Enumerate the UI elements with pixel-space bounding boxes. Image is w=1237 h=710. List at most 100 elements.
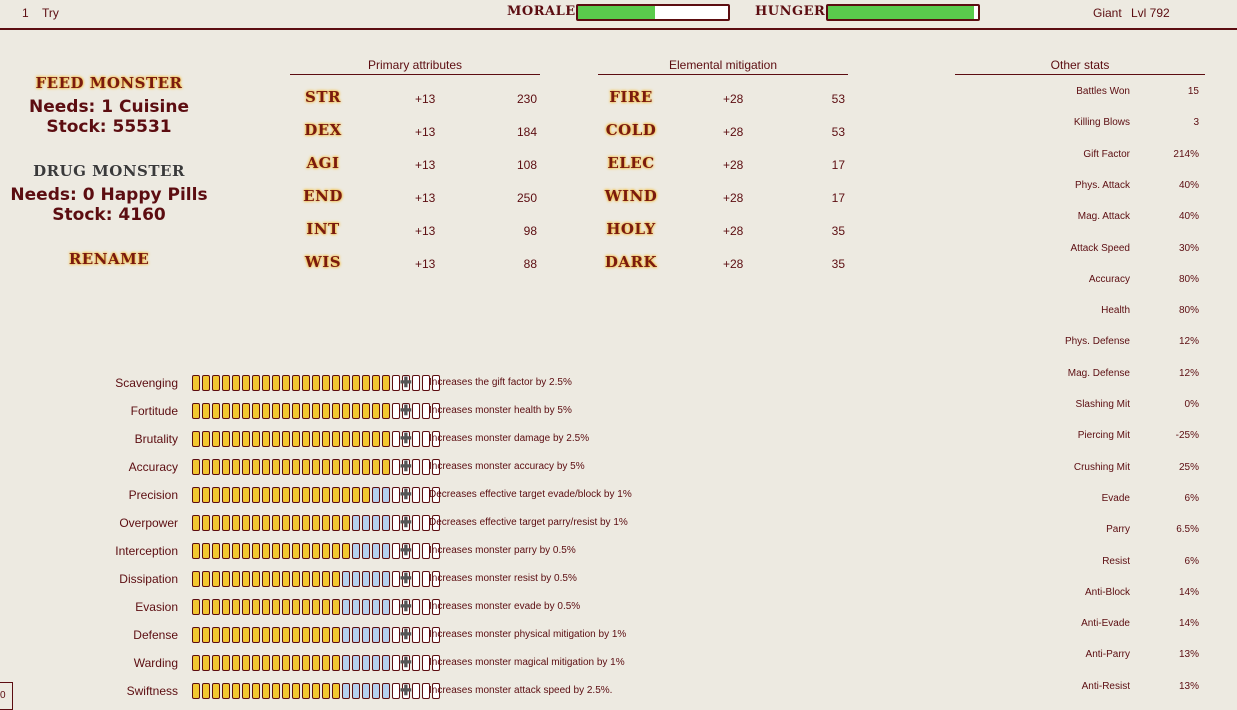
other-stat-value: 40% [1178, 211, 1199, 223]
skill-pip [212, 487, 220, 503]
other-stat-label: Evade [1101, 492, 1130, 504]
skill-pip [412, 599, 420, 615]
skill-pip [212, 599, 220, 615]
other-stat-label: Parry [1106, 524, 1130, 536]
drug-stock: Stock: 4160 [52, 205, 166, 225]
skill-pip [312, 403, 320, 419]
skill-pip [322, 515, 330, 531]
elemental-mitigation-value: 17 [831, 191, 845, 205]
skill-description: Decreases effective target evade/block b… [429, 489, 632, 500]
skill-pip [282, 599, 290, 615]
skill-pip [382, 487, 390, 503]
skill-pip [412, 459, 420, 475]
skill-pip [352, 487, 360, 503]
skill-pip [362, 627, 370, 643]
skill-name-dissipation: Dissipation [119, 572, 178, 586]
primary-attribute-value: 250 [516, 191, 537, 205]
skill-name-fortitude: Fortitude [130, 404, 178, 418]
skill-description: Increases monster evade by 0.5% [429, 601, 581, 612]
skill-pip [202, 571, 210, 587]
add-skill-point-icon[interactable]: ✚ [400, 682, 412, 699]
skill-pip [222, 487, 230, 503]
add-skill-point-icon[interactable]: ✚ [400, 458, 412, 475]
skill-pip [392, 403, 400, 419]
add-skill-point-icon[interactable]: ✚ [400, 598, 412, 615]
skill-pip [192, 459, 200, 475]
skill-pip [292, 459, 300, 475]
skill-pip [292, 431, 300, 447]
skill-pip [282, 515, 290, 531]
add-skill-point-icon[interactable]: ✚ [400, 542, 412, 559]
skill-pip [192, 403, 200, 419]
skill-pip [372, 487, 380, 503]
other-stat-label: Anti-Resist [1081, 680, 1130, 692]
skill-description: Increases monster magical mitigation by … [429, 657, 625, 668]
drug-monster-button[interactable]: DRUG MONSTER [0, 162, 218, 180]
other-stat-label: Anti-Parry [1085, 649, 1130, 661]
skill-pip [262, 683, 270, 699]
skill-pip [252, 459, 260, 475]
skill-pip [232, 375, 240, 391]
skill-pip [382, 515, 390, 531]
skill-pip [322, 487, 330, 503]
other-stat-value: 12% [1178, 336, 1199, 348]
add-skill-point-icon[interactable]: ✚ [400, 654, 412, 671]
skill-pip [392, 515, 400, 531]
primary-attribute-bonus: +13 [415, 191, 436, 205]
other-stat-value: 6% [1184, 555, 1199, 567]
skill-pip [392, 487, 400, 503]
other-stat-label: Health [1101, 305, 1130, 317]
add-skill-point-icon[interactable]: ✚ [400, 486, 412, 503]
other-stat-value: 80% [1178, 273, 1199, 285]
skill-pip [362, 571, 370, 587]
elemental-mitigation-bonus: +28 [723, 224, 744, 238]
skill-pip [252, 375, 260, 391]
skill-name-interception: Interception [115, 544, 178, 558]
add-skill-point-icon[interactable]: ✚ [400, 514, 412, 531]
skill-pip [352, 515, 360, 531]
primary-attribute-name-wis: WIS [304, 253, 342, 271]
add-skill-point-icon[interactable]: ✚ [400, 570, 412, 587]
skill-pip [392, 431, 400, 447]
skill-pip [252, 431, 260, 447]
skill-pip [282, 627, 290, 643]
skill-pip [332, 571, 340, 587]
skill-pip [282, 683, 290, 699]
skill-pip [342, 459, 350, 475]
add-skill-point-icon[interactable]: ✚ [400, 402, 412, 419]
skill-pip [192, 627, 200, 643]
try-count: 1 [22, 6, 29, 20]
skill-pip [202, 431, 210, 447]
skill-pip [342, 627, 350, 643]
feed-monster-button[interactable]: FEED MONSTER [0, 74, 218, 92]
add-skill-point-icon[interactable]: ✚ [400, 626, 412, 643]
skill-pip [372, 403, 380, 419]
skill-pip [302, 655, 310, 671]
monster-class: Giant [1093, 6, 1122, 20]
corner-counter: 0 [0, 682, 13, 710]
skill-pip [232, 683, 240, 699]
skill-pip [222, 515, 230, 531]
skill-pip [222, 431, 230, 447]
skill-description: Decreases effective target parry/resist … [429, 517, 628, 528]
skill-name-warding: Warding [133, 656, 178, 670]
skill-pip [272, 627, 280, 643]
skill-pip [292, 375, 300, 391]
skill-pip [312, 543, 320, 559]
skill-description: Increases monster resist by 0.5% [429, 573, 577, 584]
skill-pip [232, 459, 240, 475]
skill-name-brutality: Brutality [134, 432, 178, 446]
other-stat-value: 80% [1178, 305, 1199, 317]
add-skill-point-icon[interactable]: ✚ [400, 430, 412, 447]
other-stat-label: Mag. Defense [1067, 367, 1130, 379]
skill-pip [382, 627, 390, 643]
add-skill-point-icon[interactable]: ✚ [400, 374, 412, 391]
skill-pip [262, 571, 270, 587]
other-stat-value: 30% [1178, 242, 1199, 254]
skill-pip [382, 403, 390, 419]
skill-pip [312, 459, 320, 475]
other-stat-value: 214% [1173, 148, 1199, 160]
skill-pip [242, 571, 250, 587]
other-stat-value: 15 [1187, 86, 1199, 97]
rename-button[interactable]: RENAME [0, 250, 218, 268]
